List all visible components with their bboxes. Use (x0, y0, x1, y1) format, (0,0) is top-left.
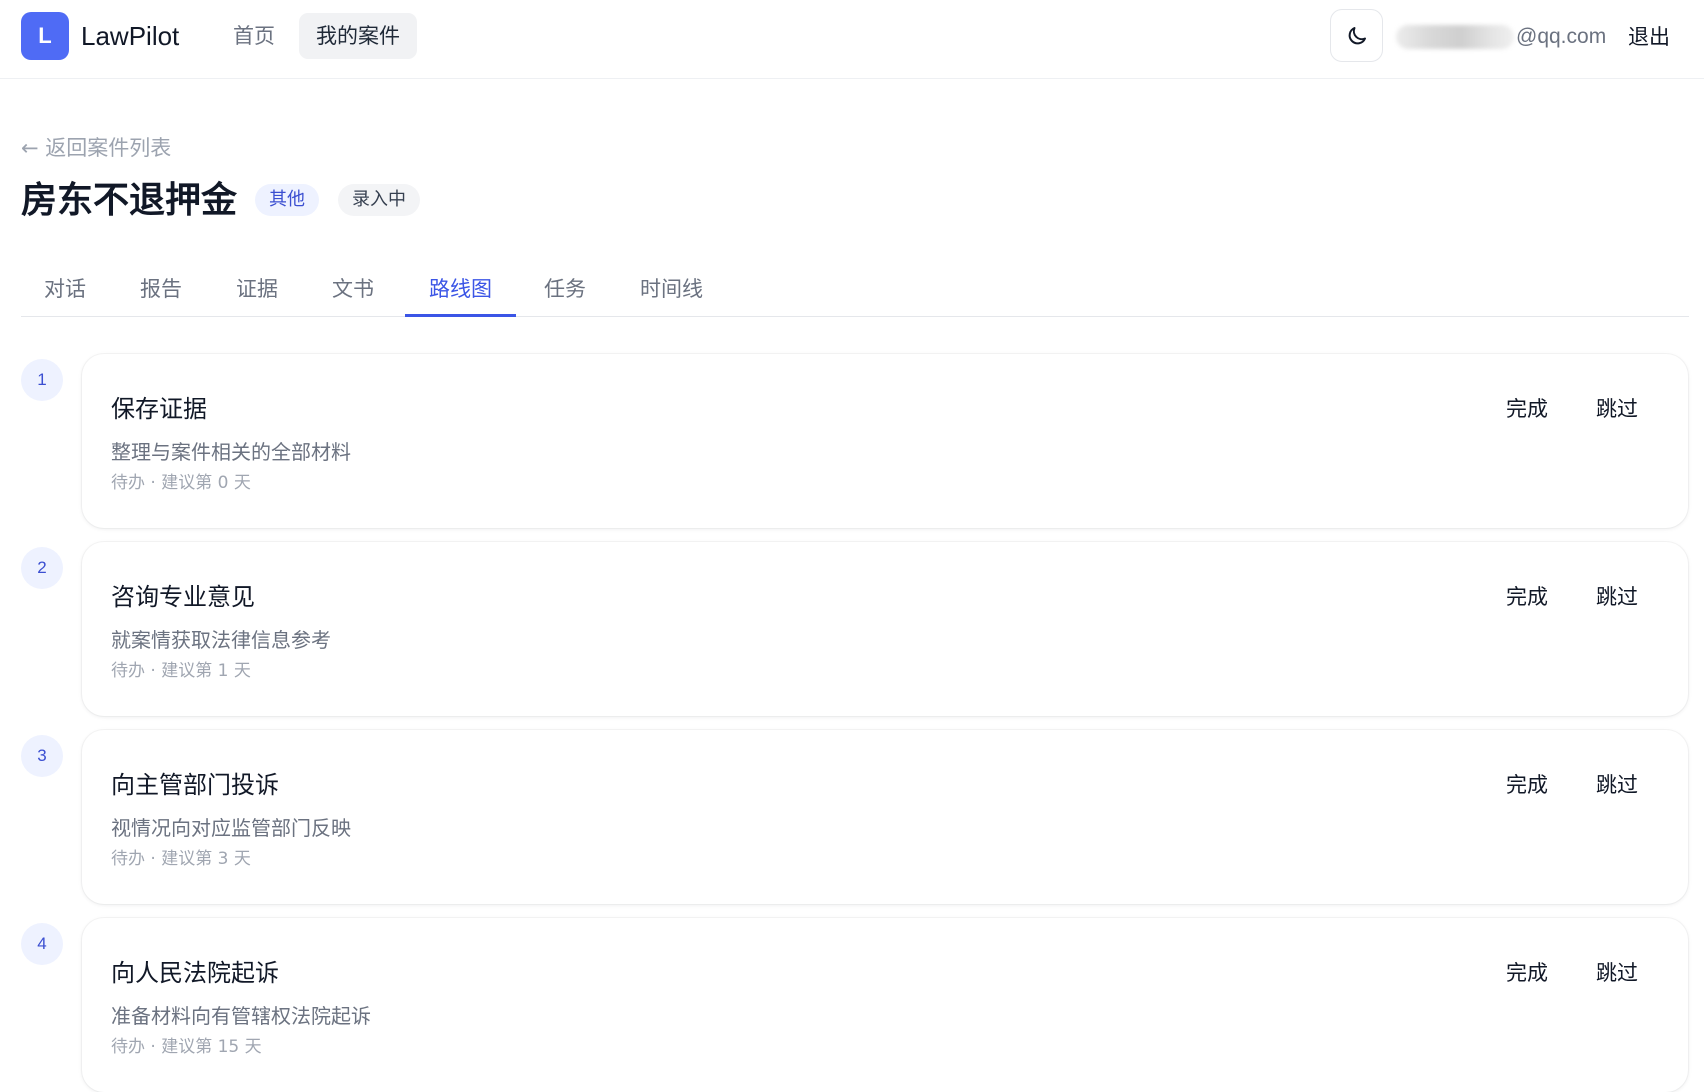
complete-button[interactable]: 完成 (1506, 392, 1548, 426)
step-meta: 待办 · 建议第 0 天 (111, 473, 251, 493)
roadmap-step-card: 咨询专业意见 就案情获取法律信息参考 待办 · 建议第 1 天 完成 跳过 (82, 542, 1688, 716)
step-description: 整理与案件相关的全部材料 (111, 440, 351, 464)
tab-report[interactable]: 报告 (117, 262, 205, 317)
complete-button[interactable]: 完成 (1506, 580, 1548, 614)
user-email: @qq.com (1396, 22, 1606, 52)
complete-button[interactable]: 完成 (1506, 768, 1548, 802)
email-redaction (1396, 25, 1514, 49)
nav-home[interactable]: 首页 (216, 13, 292, 59)
step-number: 4 (21, 923, 63, 965)
tab-chat[interactable]: 对话 (21, 262, 109, 317)
step-number: 3 (21, 735, 63, 777)
step-title: 保存证据 (111, 395, 207, 423)
roadmap-step-card: 向人民法院起诉 准备材料向有管辖权法院起诉 待办 · 建议第 15 天 完成 跳… (82, 918, 1688, 1092)
case-type-badge: 其他 (255, 184, 319, 216)
back-to-case-list-link[interactable]: ← 返回案件列表 (21, 133, 171, 163)
step-title: 咨询专业意见 (111, 583, 255, 611)
step-title: 向人民法院起诉 (111, 959, 279, 987)
logout-button[interactable]: 退出 (1628, 22, 1670, 52)
theme-toggle-button[interactable] (1330, 9, 1383, 62)
roadmap-step-card: 保存证据 整理与案件相关的全部材料 待办 · 建议第 0 天 完成 跳过 (82, 354, 1688, 528)
app-logo[interactable]: L (21, 12, 69, 60)
step-title: 向主管部门投诉 (111, 771, 279, 799)
moon-icon (1348, 26, 1366, 44)
tab-evidence[interactable]: 证据 (213, 262, 301, 317)
app-name[interactable]: LawPilot (81, 18, 179, 54)
step-meta: 待办 · 建议第 3 天 (111, 849, 251, 869)
skip-button[interactable]: 跳过 (1596, 956, 1638, 990)
step-description: 准备材料向有管辖权法院起诉 (111, 1004, 371, 1028)
tab-roadmap[interactable]: 路线图 (405, 262, 516, 317)
tab-tasks[interactable]: 任务 (521, 262, 609, 317)
tab-documents[interactable]: 文书 (309, 262, 397, 317)
email-domain: @qq.com (1516, 25, 1607, 48)
step-description: 视情况向对应监管部门反映 (111, 816, 351, 840)
step-description: 就案情获取法律信息参考 (111, 628, 331, 652)
step-number: 1 (21, 359, 63, 401)
complete-button[interactable]: 完成 (1506, 956, 1548, 990)
step-number: 2 (21, 547, 63, 589)
case-title: 房东不退押金 (21, 180, 238, 221)
top-bar: L LawPilot 首页 我的案件 @qq.com 退出 (0, 0, 1704, 79)
skip-button[interactable]: 跳过 (1596, 392, 1638, 426)
skip-button[interactable]: 跳过 (1596, 768, 1638, 802)
skip-button[interactable]: 跳过 (1596, 580, 1638, 614)
case-status-badge: 录入中 (338, 184, 420, 216)
tab-timeline[interactable]: 时间线 (617, 262, 726, 317)
step-meta: 待办 · 建议第 1 天 (111, 661, 251, 681)
roadmap-step-card: 向主管部门投诉 视情况向对应监管部门反映 待办 · 建议第 3 天 完成 跳过 (82, 730, 1688, 904)
logo-letter: L (38, 23, 52, 48)
case-tabs: 对话 报告 证据 文书 路线图 任务 时间线 (21, 262, 1689, 317)
step-meta: 待办 · 建议第 15 天 (111, 1037, 262, 1057)
nav-my-cases[interactable]: 我的案件 (299, 13, 417, 59)
